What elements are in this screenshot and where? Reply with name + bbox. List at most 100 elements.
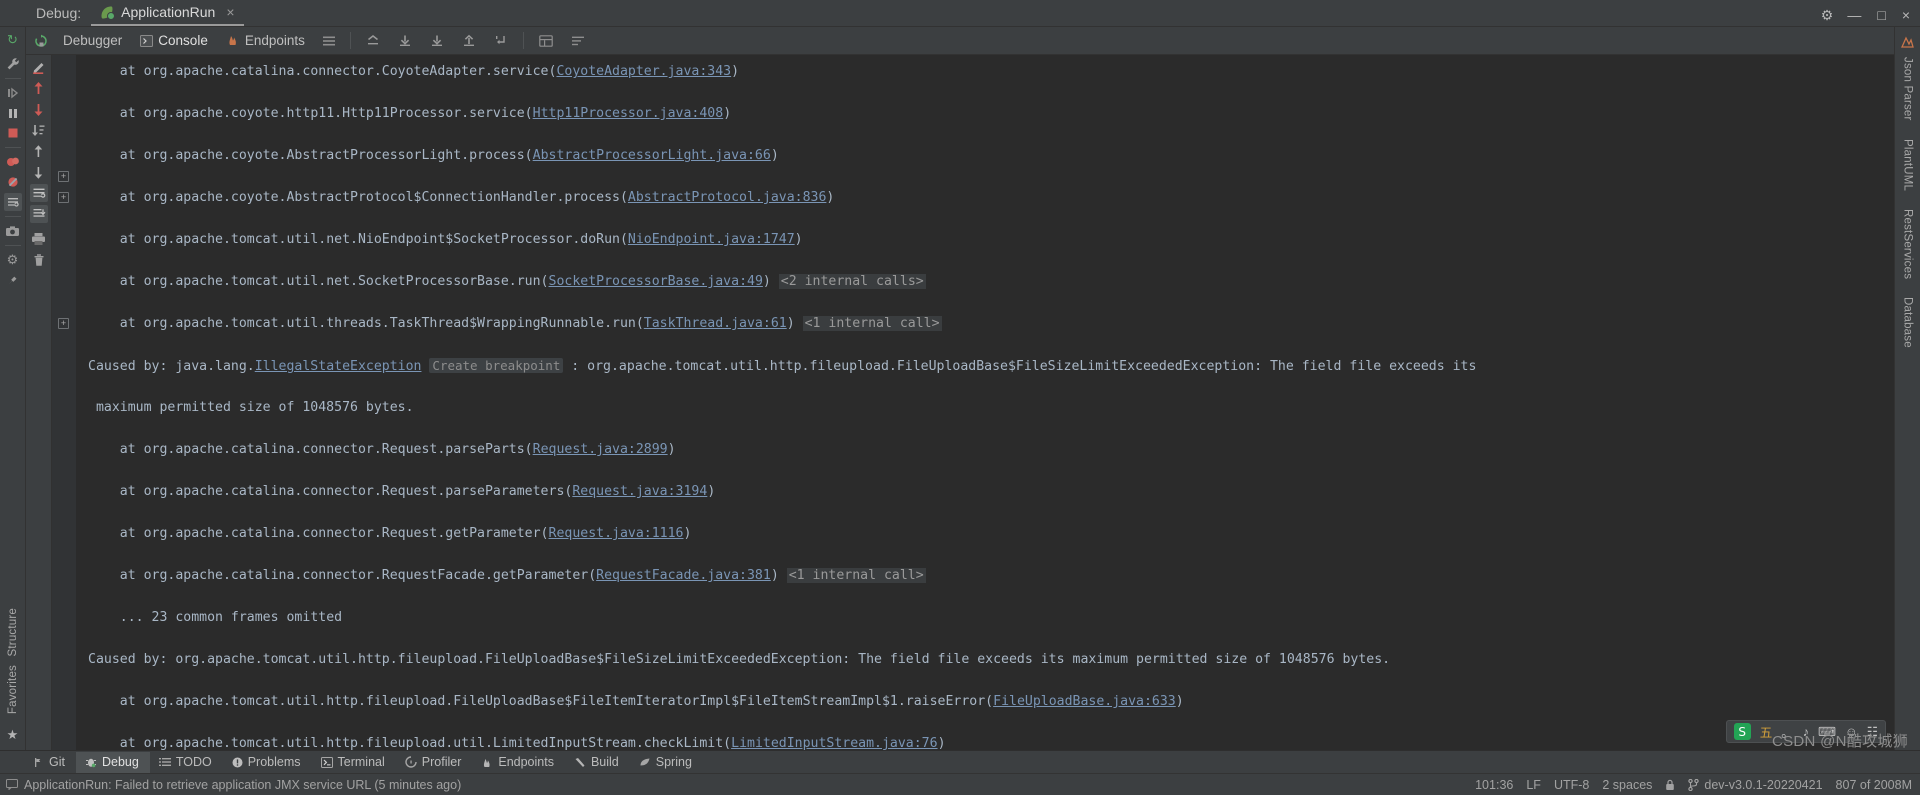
sort-down-icon[interactable] xyxy=(30,121,48,139)
tool-json-parser[interactable]: Json Parser xyxy=(1902,53,1914,125)
encoding[interactable]: UTF-8 xyxy=(1554,778,1589,792)
pause-program-icon[interactable] xyxy=(4,104,22,122)
source-link[interactable]: FileUploadBase.java:633 xyxy=(993,694,1176,709)
source-link[interactable]: AbstractProcessorLight.java:66 xyxy=(533,148,771,163)
wrench-icon[interactable] xyxy=(4,55,22,73)
source-link[interactable]: Http11Processor.java:408 xyxy=(533,106,724,121)
ime-user-icon[interactable]: ☺ xyxy=(1845,725,1858,739)
fold-expand-icon[interactable]: + xyxy=(58,192,69,203)
settings-lines-icon[interactable] xyxy=(562,35,594,47)
source-link[interactable]: IllegalStateException xyxy=(255,359,422,374)
ime-floating-toolbar[interactable]: S 五 。 ♪ ⌨ ☺ ☷ xyxy=(1726,720,1886,743)
resume-program-icon[interactable] xyxy=(4,84,22,102)
up-icon[interactable] xyxy=(30,142,48,160)
indent-setting[interactable]: 2 spaces xyxy=(1602,778,1652,792)
memory-indicator[interactable]: 807 of 2008M xyxy=(1836,778,1912,792)
bottom-item-todo[interactable]: TODO xyxy=(150,752,223,773)
layout-icon[interactable] xyxy=(314,35,344,47)
bottom-item-git[interactable]: Git xyxy=(24,752,76,773)
spring-leaf-icon xyxy=(100,5,115,20)
soft-wrap-icon[interactable] xyxy=(30,184,48,202)
print-icon[interactable] xyxy=(30,230,48,248)
up-arrow-icon[interactable] xyxy=(30,79,48,97)
source-link[interactable]: Request.java:1116 xyxy=(549,526,684,541)
source-link[interactable]: RequestFacade.java:381 xyxy=(596,568,771,583)
tool-plantuml[interactable]: PlantUML xyxy=(1902,135,1914,195)
fold-expand-icon[interactable]: + xyxy=(58,318,69,329)
mute-breakpoints-icon[interactable] xyxy=(4,173,22,191)
console-line: Caused by: org.apache.tomcat.util.http.f… xyxy=(88,649,1894,670)
edit-icon[interactable] xyxy=(30,58,48,76)
source-link[interactable]: LimitedInputStream.java:76 xyxy=(731,736,937,750)
evaluate-expression-icon[interactable] xyxy=(530,35,562,47)
scroll-to-end-icon[interactable] xyxy=(30,205,48,223)
bottom-item-problems[interactable]: Problems xyxy=(223,752,312,773)
source-link[interactable]: CoyoteAdapter.java:343 xyxy=(556,64,731,79)
rerun-icon[interactable] xyxy=(30,34,54,48)
source-link[interactable]: Request.java:3194 xyxy=(572,484,707,499)
gear-icon[interactable]: ⚙ xyxy=(1821,8,1834,22)
settings-gear-icon[interactable]: ⚙ xyxy=(4,251,22,269)
balloon-icon[interactable] xyxy=(6,779,18,790)
camera-icon[interactable] xyxy=(4,222,22,240)
tab-console[interactable]: Console xyxy=(131,29,217,53)
rerun-icon[interactable]: ↻ xyxy=(4,31,22,49)
down-icon[interactable] xyxy=(30,163,48,181)
pin-icon[interactable] xyxy=(4,271,22,289)
left-rail-icons: ↻ xyxy=(4,27,22,289)
bottom-item-debug[interactable]: Debug xyxy=(76,752,150,773)
ime-keyboard-icon[interactable]: ⌨ xyxy=(1818,724,1836,739)
source-link[interactable]: NioEndpoint.java:1747 xyxy=(628,232,795,247)
status-message[interactable]: ApplicationRun: Failed to retrieve appli… xyxy=(24,778,461,792)
clear-all-icon[interactable] xyxy=(30,251,48,269)
step-over-icon[interactable] xyxy=(389,34,421,47)
source-link[interactable]: Request.java:2899 xyxy=(533,442,668,457)
sidebar-item-structure[interactable]: Structure xyxy=(7,604,19,660)
restservices-label: RestServices xyxy=(1902,209,1914,279)
caret-position[interactable]: 101:36 xyxy=(1475,778,1513,792)
console-stacktrace-text: at org.apache.catalina.connector.CoyoteA… xyxy=(52,61,1894,750)
force-step-into-icon[interactable] xyxy=(453,34,485,47)
down-arrow-icon[interactable] xyxy=(30,100,48,118)
bottom-item-profiler[interactable]: Profiler xyxy=(396,752,473,773)
close-icon[interactable]: × xyxy=(226,4,234,20)
console-output-area[interactable]: at org.apache.catalina.connector.CoyoteA… xyxy=(52,55,1894,750)
close-window-icon[interactable]: × xyxy=(1902,8,1910,22)
console-text-run: at org.apache.catalina.connector.Request… xyxy=(88,526,549,541)
view-breakpoints-icon[interactable] xyxy=(4,153,22,171)
console-text-run: <1 internal call> xyxy=(787,568,926,583)
lock-icon[interactable] xyxy=(1665,779,1675,791)
branch-indicator[interactable]: dev-v3.0.1-20220421 xyxy=(1688,778,1822,792)
run-to-cursor-icon[interactable] xyxy=(485,34,517,47)
sidebar-item-favorites[interactable]: Favorites xyxy=(7,661,19,718)
ime-tools-icon[interactable]: ♪ xyxy=(1803,725,1809,739)
console-text-run: at org.apache.tomcat.util.net.SocketProc… xyxy=(88,274,549,289)
maven-icon[interactable] xyxy=(1899,33,1917,51)
console-text-run: at org.apache.coyote.AbstractProcessorLi… xyxy=(88,148,533,163)
minimize-icon[interactable]: — xyxy=(1847,8,1861,22)
bottom-item-spring[interactable]: Spring xyxy=(630,752,703,773)
ime-punctuation-icon[interactable]: 。 xyxy=(1781,722,1794,741)
source-link[interactable]: TaskThread.java:61 xyxy=(644,316,787,331)
run-configuration-tab[interactable]: ApplicationRun × xyxy=(91,2,243,26)
toggle-soft-wrap-icon[interactable] xyxy=(4,193,22,211)
tab-endpoints[interactable]: Endpoints xyxy=(217,29,314,53)
tool-database[interactable]: Database xyxy=(1902,293,1914,352)
bottom-item-terminal[interactable]: Terminal xyxy=(312,752,396,773)
source-link[interactable]: SocketProcessorBase.java:49 xyxy=(549,274,763,289)
step-into-icon[interactable] xyxy=(421,34,453,47)
line-separator[interactable]: LF xyxy=(1526,778,1541,792)
ime-mode-label[interactable]: 五 xyxy=(1760,722,1773,741)
bottom-item-build[interactable]: Build xyxy=(565,752,630,773)
tab-debugger[interactable]: Debugger xyxy=(54,29,131,53)
step-out-icon[interactable] xyxy=(357,34,389,47)
console-text-run: maximum permitted size of 1048576 bytes. xyxy=(88,400,414,415)
source-link[interactable]: AbstractProtocol.java:836 xyxy=(628,190,827,205)
fold-expand-icon[interactable]: + xyxy=(58,171,69,182)
todo-icon xyxy=(159,757,171,767)
bottom-item-endpoints[interactable]: Endpoints xyxy=(472,752,565,773)
maximize-icon[interactable]: □ xyxy=(1877,8,1885,22)
tool-restservices[interactable]: RestServices xyxy=(1902,205,1914,283)
ime-menu-icon[interactable]: ☷ xyxy=(1867,724,1878,739)
stop-icon[interactable] xyxy=(4,124,22,142)
